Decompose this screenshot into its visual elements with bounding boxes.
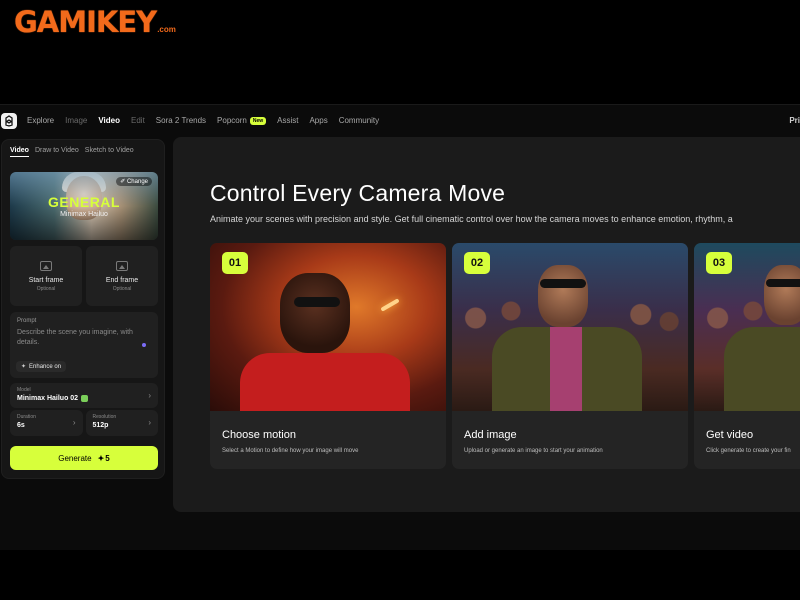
image-upload-icon: [116, 260, 128, 271]
duration-value: 6s: [17, 422, 25, 429]
step-number-badge: 03: [706, 252, 732, 274]
model-label: Model: [17, 387, 31, 393]
chevron-right-icon: ›: [72, 418, 76, 427]
sunglasses: [540, 279, 586, 288]
frame-inputs: Start frame Optional End frame Optional: [10, 246, 158, 306]
video-settings: Duration 6s › Resolution 512p ›: [10, 410, 158, 436]
portrait-head: [280, 273, 350, 353]
chevron-right-icon: ›: [148, 418, 151, 427]
step-title: Add image: [464, 429, 517, 441]
step-title: Get video: [706, 429, 754, 441]
nav-apps[interactable]: Apps: [309, 116, 327, 125]
nav-right-item[interactable]: Pri: [789, 116, 800, 125]
video-control-panel: Video Draw to Video Sketch to Video GENE…: [1, 139, 165, 479]
step-number-badge: 02: [464, 252, 490, 274]
step-description: Select a Motion to define how your image…: [222, 448, 359, 454]
nav-popcorn[interactable]: Popcorn New: [217, 116, 267, 125]
preset-subtitle: Minimax Hailuo: [60, 211, 108, 218]
prompt-input[interactable]: Describe the scene you imagine, with det…: [17, 328, 141, 348]
pink-shirt: [550, 327, 582, 411]
model-selector[interactable]: Model Minimax Hailuo 02 ›: [10, 383, 158, 408]
nav-popcorn-label: Popcorn: [217, 116, 247, 125]
duration-selector[interactable]: Duration 6s ›: [10, 410, 83, 436]
watermark-text: GAMIKEY: [14, 5, 157, 39]
change-preset-button[interactable]: ✐ Change: [116, 177, 152, 186]
prompt-label: Prompt: [17, 318, 37, 324]
chevron-right-icon: ›: [148, 391, 151, 400]
new-badge: New: [249, 116, 267, 125]
step-card-get-video[interactable]: 03 Get video Click generate to create yo…: [694, 243, 800, 469]
step-description: Click generate to create your fin: [706, 448, 791, 454]
tab-video[interactable]: Video: [10, 147, 29, 157]
red-jacket: [240, 353, 410, 411]
sparkle-icon: ✦: [21, 364, 27, 370]
credit-count: 5: [105, 453, 110, 463]
sunglasses: [294, 297, 340, 307]
olive-jacket: [724, 327, 800, 411]
enhance-label: Enhance on: [29, 363, 62, 370]
start-frame-optional: Optional: [36, 285, 56, 292]
main-content: Control Every Camera Move Animate your s…: [173, 137, 800, 512]
generate-credits: ✦ 5: [98, 454, 110, 463]
prompt-box[interactable]: Prompt Describe the scene you imagine, w…: [10, 312, 158, 378]
nav-assist[interactable]: Assist: [277, 116, 298, 125]
portrait-head: [538, 265, 588, 327]
start-frame-upload[interactable]: Start frame Optional: [10, 246, 82, 306]
start-frame-label: Start frame: [28, 276, 64, 284]
step-card-add-image[interactable]: 02 Add image Upload or generate an image…: [452, 243, 688, 469]
mode-tabs: Video Draw to Video Sketch to Video: [2, 140, 164, 157]
watermark-logo: GAMIKEY .com: [14, 5, 176, 39]
app-window: Explore Image Video Edit Sora 2 Trends P…: [0, 104, 800, 550]
end-frame-label: End frame: [105, 276, 139, 284]
sunglasses: [766, 279, 800, 287]
enhance-toggle[interactable]: ✦ Enhance on: [16, 361, 67, 372]
generate-label: Generate: [58, 453, 92, 463]
prompt-indicator-dot: [142, 343, 146, 347]
model-value: Minimax Hailuo 02: [17, 395, 79, 402]
nav-edit[interactable]: Edit: [131, 116, 145, 125]
resolution-selector[interactable]: Resolution 512p ›: [85, 410, 158, 436]
credit-icon: ✦: [97, 453, 105, 463]
portrait-head: [764, 265, 800, 325]
image-upload-icon: [40, 260, 52, 271]
page-subtitle: Animate your scenes with precision and s…: [210, 214, 733, 224]
tab-draw-to-video[interactable]: Draw to Video: [35, 147, 79, 157]
nav-items: Explore Image Video Edit Sora 2 Trends P…: [27, 116, 390, 125]
model-badge-icon: [81, 395, 89, 402]
step-card-choose-motion[interactable]: 01 Choose motion Select a Motion to defi…: [210, 243, 446, 469]
nav-image[interactable]: Image: [65, 116, 87, 125]
step-description: Upload or generate an image to start you…: [464, 448, 603, 454]
step-number-badge: 01: [222, 252, 248, 274]
end-frame-optional: Optional: [112, 285, 132, 292]
lamp-glow: [380, 298, 400, 312]
top-navigation: Explore Image Video Edit Sora 2 Trends P…: [0, 105, 800, 136]
nav-video[interactable]: Video: [98, 116, 120, 125]
tab-sketch-to-video[interactable]: Sketch to Video: [85, 147, 134, 157]
resolution-label: Resolution: [92, 414, 117, 420]
end-frame-upload[interactable]: End frame Optional: [86, 246, 158, 306]
nav-explore[interactable]: Explore: [27, 116, 54, 125]
model-value-row: Minimax Hailuo 02: [17, 395, 151, 402]
watermark-suffix: .com: [157, 25, 176, 34]
page-title: Control Every Camera Move: [210, 180, 506, 206]
generate-button[interactable]: Generate ✦ 5: [10, 446, 158, 470]
nav-community[interactable]: Community: [339, 116, 379, 125]
preset-title: GENERAL: [48, 194, 120, 210]
preset-card[interactable]: GENERAL Minimax Hailuo ✐ Change: [10, 172, 158, 240]
nav-sora-trends[interactable]: Sora 2 Trends: [156, 116, 206, 125]
app-logo-icon[interactable]: [1, 112, 17, 129]
duration-label: Duration: [17, 414, 36, 420]
step-title: Choose motion: [222, 429, 296, 441]
resolution-value: 512p: [92, 422, 109, 429]
